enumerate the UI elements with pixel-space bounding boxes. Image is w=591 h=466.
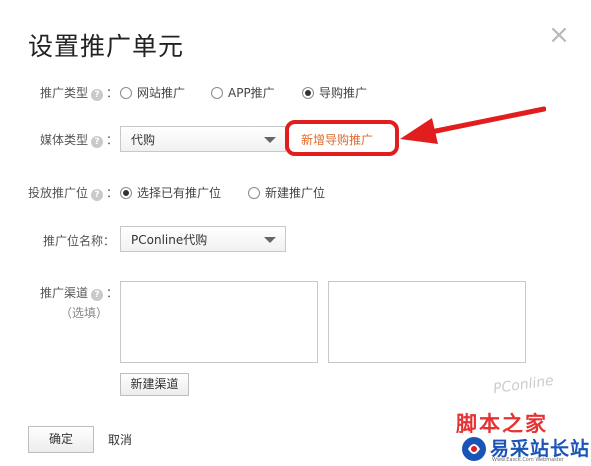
colon: ：: [106, 186, 119, 200]
placement-label-text: 投放推广位: [28, 186, 89, 200]
promo-type-label-text: 推广类型: [40, 86, 89, 100]
radio-shopping-promo[interactable]: 导购推广: [302, 84, 367, 101]
caret-down-icon: [264, 237, 276, 243]
new-channel-button[interactable]: 新建渠道: [120, 373, 189, 396]
red-arrow-icon: [400, 106, 546, 144]
close-icon[interactable]: ×: [546, 22, 572, 48]
promo-type-label: 推广类型?：: [40, 84, 118, 101]
channel-list-right[interactable]: [328, 281, 526, 363]
help-icon[interactable]: ?: [91, 289, 104, 301]
channel-list-left[interactable]: [120, 281, 318, 363]
channel-optional-hint: （选填）: [60, 306, 109, 320]
placement-name-label: 推广位名称：: [43, 234, 116, 248]
radio-app-promo[interactable]: APP推广: [211, 84, 275, 101]
help-icon[interactable]: ?: [91, 189, 104, 201]
radio-website-promo[interactable]: 网站推广: [120, 84, 185, 101]
radio-circle-checked[interactable]: [120, 187, 132, 199]
help-icon[interactable]: ?: [91, 89, 104, 101]
cancel-link[interactable]: 取消: [108, 431, 132, 448]
radio-label: APP推广: [228, 86, 275, 100]
radio-circle[interactable]: [211, 87, 223, 99]
placement-name-select[interactable]: PConline代购: [120, 226, 286, 252]
add-shopping-promo-link[interactable]: 新增导购推广: [301, 131, 373, 148]
colon: ：: [106, 86, 119, 100]
radio-label: 导购推广: [319, 86, 368, 100]
radio-label: 选择已有推广位: [137, 186, 222, 200]
radio-circle[interactable]: [120, 87, 132, 99]
confirm-button[interactable]: 确定: [28, 426, 94, 453]
channel-label: 推广渠道?：: [40, 284, 118, 301]
channel-label-text: 推广渠道: [40, 286, 89, 300]
placement-label: 投放推广位?：: [28, 184, 118, 201]
watermark-pconline: PConline: [492, 372, 555, 398]
dialog-title: 设置推广单元: [28, 32, 185, 61]
radio-new-placement[interactable]: 新建推广位: [248, 184, 325, 201]
radio-existing-placement[interactable]: 选择已有推广位: [120, 184, 221, 201]
radio-circle-checked[interactable]: [302, 87, 314, 99]
media-type-selected: 代购: [131, 133, 156, 147]
caret-down-icon: [264, 137, 276, 143]
brand-sub: Www.Easck.Com Webmaster: [492, 457, 564, 463]
media-type-label: 媒体类型?：: [40, 131, 118, 148]
help-icon[interactable]: ?: [91, 136, 104, 148]
media-type-label-text: 媒体类型: [40, 133, 89, 147]
brand-logo: 易采站长站 Www.Easck.Com Webmaster: [456, 433, 591, 466]
placement-name-selected: PConline代购: [131, 233, 208, 247]
radio-label: 网站推广: [137, 86, 186, 100]
media-type-select[interactable]: 代购: [120, 126, 286, 152]
radio-circle[interactable]: [248, 187, 260, 199]
colon: ：: [106, 286, 119, 300]
colon: ：: [106, 133, 119, 147]
radio-label: 新建推广位: [265, 186, 326, 200]
logo-icon: [462, 437, 486, 461]
